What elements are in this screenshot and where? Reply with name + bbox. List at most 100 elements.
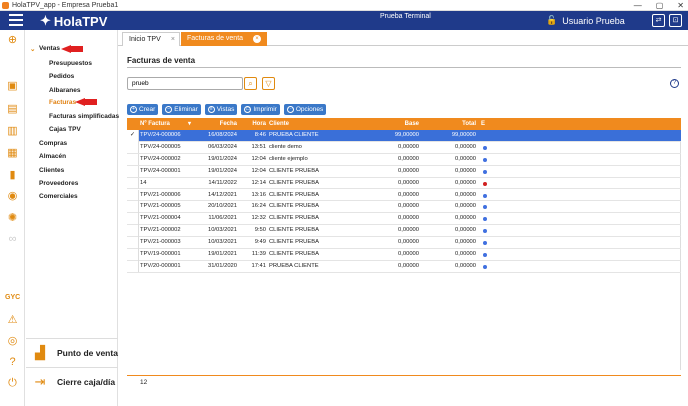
search-icon[interactable]: ⌕ (244, 77, 257, 90)
table-row[interactable]: TPV/21-000002 10/03/2021 9:50 CLIENTE PRUEB… (127, 225, 681, 238)
nav-facturas-simplificadas[interactable]: Facturas simplificadas (49, 113, 119, 120)
nav-proveedores[interactable]: Proveedores (39, 180, 78, 187)
close-tab-icon[interactable]: × (253, 35, 261, 43)
cell-base: 0,00000 (398, 251, 419, 257)
logo: ✦ HolaTPV (40, 13, 108, 29)
chart-icon[interactable]: ▮ (6, 169, 19, 182)
row-selector[interactable] (127, 201, 139, 213)
table-row[interactable]: ✓ TPV/24-000006 16/08/2024 8:46 PRUEBA CLIEN… (127, 130, 681, 142)
row-selector[interactable] (127, 249, 139, 261)
table-row[interactable]: TPV/21-000006 14/12/2021 13:16 CLIENTE PRUE… (127, 189, 681, 202)
nav-facturas[interactable]: Facturas (49, 99, 76, 106)
add-icon[interactable]: ⊕ (6, 34, 19, 47)
delete-button[interactable]: − Eliminar (162, 104, 201, 115)
views-button[interactable]: ≡ Vistas (204, 104, 238, 115)
support-icon[interactable]: ◎ (6, 335, 19, 348)
nav-compras[interactable]: Compras (39, 140, 67, 147)
row-selector[interactable] (127, 225, 139, 237)
cell-base: 0,00000 (398, 167, 419, 174)
cell-total: 0,00000 (455, 191, 476, 198)
row-selector[interactable] (127, 141, 139, 154)
options-button[interactable]: ⋯ Opciones (283, 104, 327, 115)
lock-screen-icon[interactable]: ⊡ (669, 14, 682, 27)
menu-icon[interactable] (9, 14, 23, 26)
documents-icon[interactable]: ▤ (6, 103, 19, 116)
col-e[interactable]: E (481, 118, 485, 130)
nav-pedidos[interactable]: Pedidos (49, 73, 74, 80)
col-fecha[interactable]: Fecha (195, 118, 237, 130)
help-icon[interactable]: ? (670, 79, 679, 88)
list-icon[interactable]: ▦ (6, 147, 19, 160)
nav-presupuestos[interactable]: Presupuestos (49, 60, 92, 67)
help-icon[interactable]: ? (6, 356, 19, 369)
table-row[interactable]: TPV/21-000005 20/10/2021 16:24 CLIENTE PRUE… (127, 201, 681, 214)
table-row[interactable]: TPV/24-000001 19/01/2024 12:04 CLIENTE PRUE… (127, 165, 681, 178)
table-row[interactable]: TPV/21-000004 11/06/2021 12:32 CLIENTE PRUE… (127, 213, 681, 226)
tab-inicio-tpv[interactable]: Inicio TPV × (122, 32, 180, 46)
row-selector[interactable] (127, 165, 139, 178)
settings-icon[interactable]: ✺ (6, 212, 19, 225)
print-button[interactable]: ▭ Imprimir (241, 104, 280, 115)
link-icon[interactable]: ∞ (6, 233, 19, 246)
filter-icon[interactable]: ▽ (262, 77, 275, 90)
table-row[interactable]: TPV/24-000002 19/01/2024 12:04 cliente ejem… (127, 153, 681, 166)
cell-base: 0,00000 (398, 143, 419, 150)
cierre-caja-button[interactable]: ⇥ Cierre caja/día (26, 367, 118, 395)
sync-icon[interactable]: ⇄ (652, 14, 665, 27)
nav-almacen[interactable]: Almacén (39, 153, 66, 160)
create-button[interactable]: + Crear (127, 104, 159, 115)
cell-num: TPV/21-000003 (140, 239, 181, 246)
cell-fecha: 06/03/2024 (207, 143, 237, 150)
cell-num: TPV/24-000005 (140, 143, 181, 150)
col-hora[interactable]: Hora (242, 118, 266, 130)
cell-base: 0,00000 (398, 203, 419, 210)
nav-cajas-tpv[interactable]: Cajas TPV (49, 126, 81, 133)
tab-facturas-venta[interactable]: Facturas de venta × (181, 32, 267, 46)
col-cliente[interactable]: Cliente (269, 118, 289, 130)
nav-comerciales[interactable]: Comerciales (39, 193, 78, 200)
col-num[interactable]: Nº Factura (140, 118, 170, 130)
table-row[interactable]: TPV/24-000005 06/03/2024 13:51 cliente demo… (127, 141, 681, 154)
close-tab-icon[interactable]: × (171, 33, 175, 47)
cell-num: TPV/19-000001 (140, 251, 181, 257)
row-selector[interactable]: ✓ (127, 130, 139, 142)
power-icon[interactable]: ⏻ (6, 377, 19, 390)
cell-hora: 17:41 (251, 262, 266, 269)
nav-clientes[interactable]: Clientes (39, 167, 64, 174)
close-button[interactable]: ✕ (677, 0, 684, 11)
row-selector[interactable] (127, 260, 139, 273)
row-selector[interactable] (127, 153, 139, 166)
pos-icon[interactable]: ▣ (6, 80, 19, 93)
row-selector[interactable] (127, 189, 139, 201)
cell-hora: 12:04 (251, 155, 266, 162)
col-total[interactable]: Total (432, 118, 476, 130)
users-icon[interactable]: ◉ (6, 190, 19, 203)
cell-base: 0,00000 (398, 227, 419, 234)
table-row[interactable]: TPV/19-000001 19/01/2021 11:39 CLIENTE PRUE… (127, 249, 681, 261)
search-input[interactable] (127, 77, 243, 90)
minimize-button[interactable]: — (634, 0, 642, 11)
row-selector[interactable] (127, 213, 139, 225)
status-dot (483, 169, 487, 174)
warning-icon[interactable]: ⚠ (6, 314, 19, 327)
row-selector[interactable] (127, 237, 139, 249)
row-selector[interactable] (127, 177, 139, 190)
gyc-label[interactable]: GYC (5, 294, 20, 301)
clipboard-icon[interactable]: ▥ (6, 125, 19, 138)
cell-num: TPV/21-000002 (140, 227, 181, 234)
cell-base: 0,00000 (398, 155, 419, 162)
status-dot (483, 157, 487, 162)
punto-venta-button[interactable]: ▟ Punto de venta (26, 338, 118, 366)
user-menu[interactable]: 🔓 Usuario Prueba (546, 15, 625, 26)
cell-hora: 12:14 (251, 179, 266, 186)
table-row[interactable]: TPV/21-000003 10/03/2021 9:49 CLIENTE PRUEB… (127, 237, 681, 249)
col-base[interactable]: Base (377, 118, 419, 130)
cell-fecha: 10/03/2021 (207, 239, 237, 246)
maximize-button[interactable]: ▢ (656, 0, 664, 11)
table-row[interactable]: 14 14/11/2022 12:14 CLIENTE PRUEBA 0,00000 0,… (127, 177, 681, 190)
status-dot (483, 264, 487, 269)
table-row[interactable]: TPV/20-000001 31/01/2020 17:41 PRUEBA CLIEN… (127, 260, 681, 273)
divider (127, 67, 681, 68)
nav-ventas[interactable]: Ventas (39, 45, 60, 52)
nav-albaranes[interactable]: Albaranes (49, 87, 80, 94)
